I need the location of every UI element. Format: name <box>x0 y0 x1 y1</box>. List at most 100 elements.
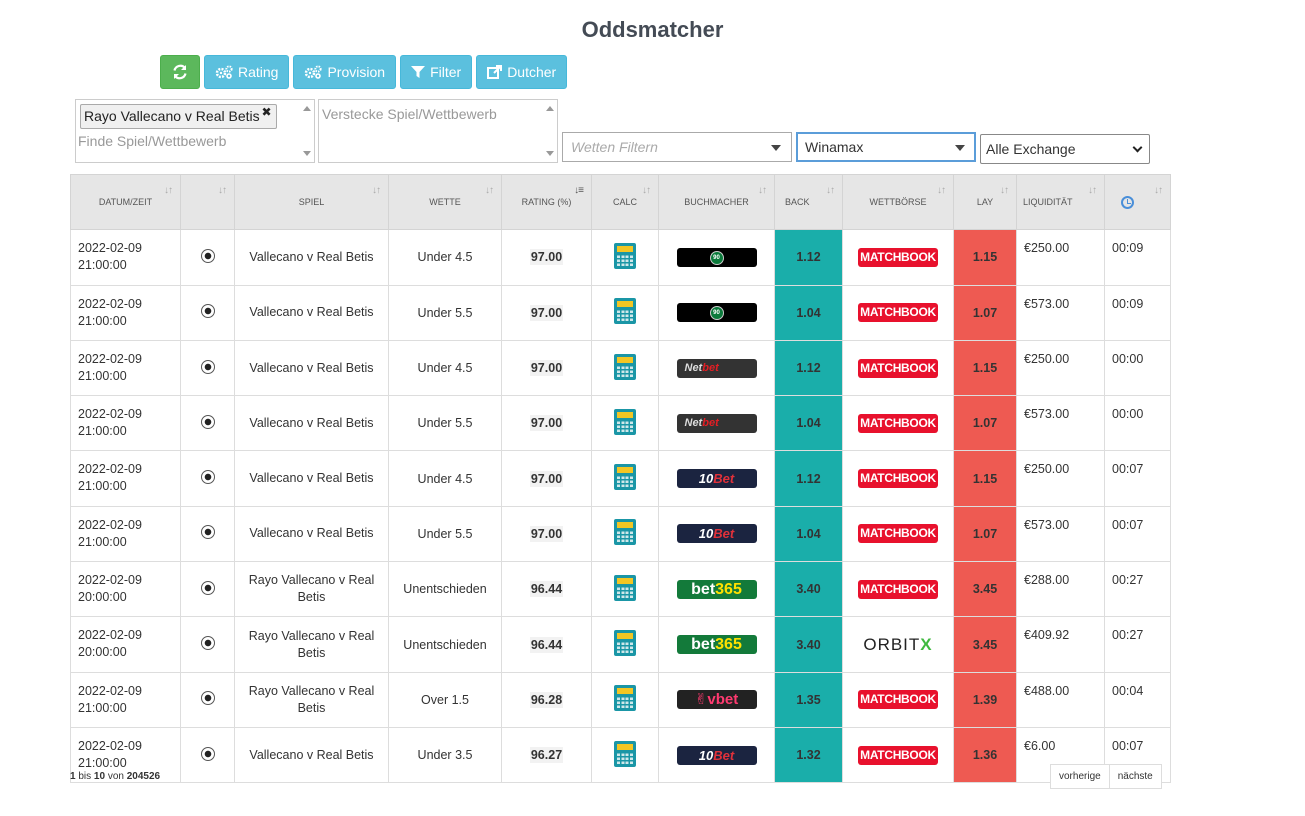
sort-icon: ↓↑ <box>642 185 651 196</box>
remove-tag-icon[interactable]: ✖ <box>262 105 272 119</box>
bookmaker-logo-bet365[interactable]: bet365 <box>676 635 757 655</box>
column-header-liquidity[interactable]: Liquidität ↓↑ <box>1016 173 1105 231</box>
bookmaker-logo-10bet[interactable]: 10Bet <box>676 469 757 489</box>
exchange-logo-matchbook[interactable]: MATCHBOOK <box>858 303 938 323</box>
filter-button[interactable]: Filter <box>400 55 473 89</box>
scrollbar[interactable] <box>300 100 314 162</box>
find-game-multiselect[interactable]: Rayo Vallecano v Real Betis ✖ Finde Spie… <box>75 99 315 163</box>
info-total: 204526 <box>126 771 161 782</box>
cell-sport <box>180 726 235 784</box>
cell-exchange: MATCHBOOK <box>842 561 954 618</box>
filter-button-label: Filter <box>430 64 462 80</box>
cell-bookmaker: 10Bet <box>658 450 775 507</box>
column-header-lay[interactable]: Lay ↓↑ <box>953 173 1017 231</box>
cell-date: 2022-02-09 21:00:00 <box>70 339 181 397</box>
exchange-logo-matchbook[interactable]: MATCHBOOK <box>858 690 938 710</box>
column-header-age[interactable]: ↓↑ <box>1104 173 1171 231</box>
calculator-icon[interactable] <box>614 353 636 380</box>
column-header-calc[interactable]: Calc ↓↑ <box>591 173 659 231</box>
column-header-bookmaker[interactable]: Buchmacher ↓↑ <box>658 173 775 231</box>
column-header-game[interactable]: Spiel ↓↑ <box>234 173 389 231</box>
scrollbar[interactable] <box>543 100 557 162</box>
bookmaker-logo-bet90[interactable]: 90 <box>676 247 757 267</box>
bookmaker-logo-10bet[interactable]: 10Bet <box>676 745 757 765</box>
rating-button[interactable]: Rating <box>204 55 290 89</box>
cell-calc <box>591 284 659 341</box>
exchange-logo-matchbook[interactable]: MATCHBOOK <box>858 579 938 599</box>
cell-game: Vallecano v Real Betis <box>234 284 389 341</box>
cell-exchange: MATCHBOOK <box>842 726 954 784</box>
calculator-icon[interactable] <box>614 242 636 269</box>
exchange-logo-matchbook[interactable]: MATCHBOOK <box>858 524 938 544</box>
sort-icon: ↓↑ <box>164 185 173 196</box>
calculator-icon[interactable] <box>614 298 636 325</box>
cell-exchange: MATCHBOOK <box>842 505 954 563</box>
soccer-ball-icon <box>200 359 215 374</box>
calculator-icon[interactable] <box>614 630 636 657</box>
provision-button[interactable]: Provision <box>293 55 397 89</box>
cell-back-odds: 3.40 <box>774 616 843 673</box>
gears-icon <box>215 65 233 79</box>
cell-bet: Under 4.5 <box>388 229 502 286</box>
column-header-date[interactable]: Datum/Zeit ↓↑ <box>70 173 181 231</box>
calculator-icon[interactable] <box>614 574 636 601</box>
exchange-logo-matchbook[interactable]: MATCHBOOK <box>858 247 938 267</box>
calculator-icon[interactable] <box>614 740 636 767</box>
bookmaker-logo-netbet[interactable]: Netbet <box>676 413 757 433</box>
bookmaker-logo-bet365[interactable]: bet365 <box>676 579 757 599</box>
cell-lay-odds: 1.15 <box>953 339 1017 397</box>
exchange-logo-matchbook[interactable]: MATCHBOOK <box>858 469 938 489</box>
bookmaker-logo-10bet[interactable]: 10Bet <box>676 524 757 544</box>
cell-sport <box>180 339 235 397</box>
calculator-icon[interactable] <box>614 464 636 491</box>
exchange-logo-matchbook[interactable]: MATCHBOOK <box>858 413 938 433</box>
exchange-logo-matchbook[interactable]: MATCHBOOK <box>858 745 938 765</box>
info-to: 10 <box>93 771 106 782</box>
cell-game: Rayo Vallecano v Real Betis <box>234 561 389 618</box>
calculator-icon[interactable] <box>614 408 636 435</box>
next-page-button[interactable]: nächste <box>1109 764 1162 789</box>
refresh-icon <box>173 64 187 80</box>
column-header-rating[interactable]: Rating (%) ↓≡ <box>501 173 592 231</box>
cell-bookmaker: Netbet <box>658 395 775 452</box>
exchange-select[interactable]: Alle Exchange <box>980 134 1150 164</box>
clock-icon <box>1121 195 1134 209</box>
bookmaker-logo-vbet[interactable]: ✌vbet <box>676 690 757 710</box>
selected-game-tag[interactable]: Rayo Vallecano v Real Betis ✖ <box>80 104 277 129</box>
column-header-exchange[interactable]: Wettbörse ↓↑ <box>842 173 954 231</box>
column-header-sport[interactable]: ↓↑ <box>180 173 235 231</box>
caret-down-icon <box>955 145 965 151</box>
refresh-button[interactable] <box>160 55 200 89</box>
table-info: 1 bis 10 von 204526 <box>70 771 160 782</box>
hide-game-multiselect[interactable]: Verstecke Spiel/Wettbewerb <box>318 99 558 163</box>
sort-icon: ↓↑ <box>826 185 835 196</box>
prev-page-button[interactable]: vorherige <box>1050 764 1110 789</box>
cell-sport <box>180 616 235 673</box>
calculator-icon[interactable] <box>614 519 636 546</box>
bookmaker-logo-bet90[interactable]: 90 <box>676 303 757 323</box>
bookmaker-selected: Winamax <box>805 139 864 155</box>
cell-lay-odds: 1.07 <box>953 395 1017 452</box>
cell-calc <box>591 616 659 673</box>
calculator-icon[interactable] <box>614 685 636 712</box>
bookmaker-select[interactable]: Winamax <box>796 132 976 162</box>
column-header-back[interactable]: Back ↓↑ <box>774 173 843 231</box>
cell-date: 2022-02-09 21:00:00 <box>70 395 181 452</box>
cell-date: 2022-02-09 20:00:00 <box>70 561 181 618</box>
column-header-bet[interactable]: Wette ↓↑ <box>388 173 502 231</box>
exchange-selected: Alle Exchange <box>986 141 1076 157</box>
bet-filter-placeholder: Wetten Filtern <box>571 139 658 155</box>
exchange-logo-orbitx[interactable]: ORBITX <box>863 635 932 654</box>
table-row: 2022-02-09 21:00:00 Rayo Vallecano v Real … <box>70 671 1171 728</box>
table-row: 2022-02-09 20:00:00 Rayo Vallecano v Real … <box>70 561 1171 618</box>
cell-bookmaker: 10Bet <box>658 505 775 563</box>
bookmaker-logo-netbet[interactable]: Netbet <box>676 358 757 378</box>
dutcher-button[interactable]: Dutcher <box>476 55 568 89</box>
pagination: vorherige nächste <box>1050 764 1162 789</box>
cell-bet: Under 5.5 <box>388 284 502 341</box>
bet-filter-select[interactable]: Wetten Filtern <box>562 132 792 162</box>
cell-sport <box>180 395 235 452</box>
hide-game-placeholder: Verstecke Spiel/Wettbewerb <box>322 106 497 122</box>
cell-back-odds: 3.40 <box>774 561 843 618</box>
exchange-logo-matchbook[interactable]: MATCHBOOK <box>858 358 938 378</box>
